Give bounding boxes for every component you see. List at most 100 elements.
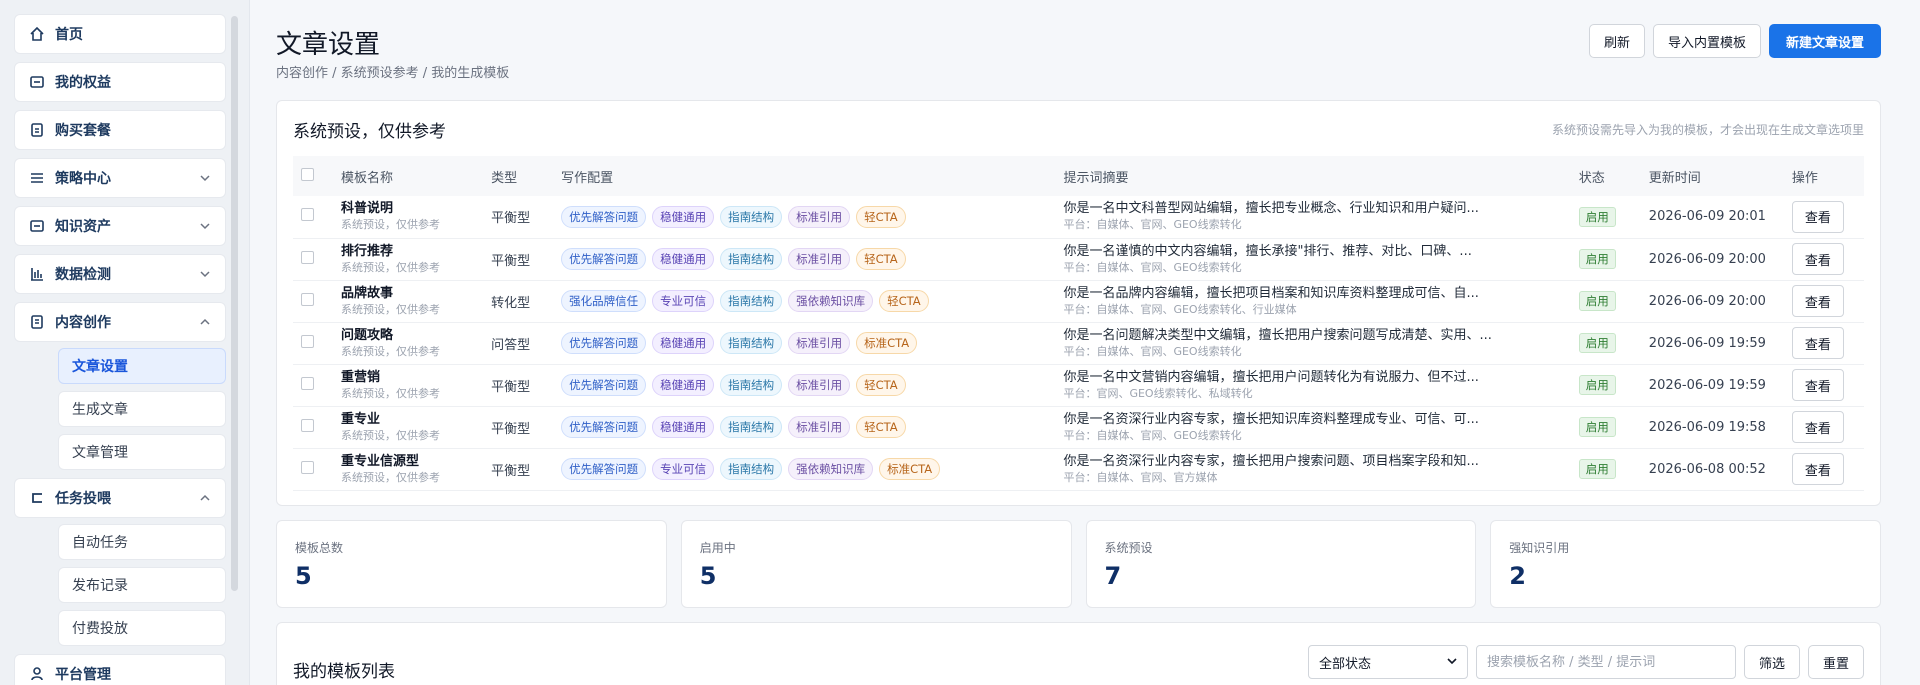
import-template-button[interactable]: 导入内置模板: [1652, 24, 1761, 58]
sidebar-subitem[interactable]: 生成文章: [58, 391, 226, 427]
sidebar-subitem[interactable]: 文章管理: [58, 434, 226, 470]
writing-config-cell: 优先解答问题 稳健通用 指南结构 标准引用 轻CTA: [553, 238, 1055, 280]
sidebar-subitem[interactable]: 付费投放: [58, 610, 226, 646]
template-search-input[interactable]: [1475, 645, 1736, 679]
config-tag: 标准CTA: [856, 332, 918, 354]
table-row: 重专业信源型 系统预设，仅供参考 平衡型 优先解答问题 专业可信 指南结构 强依赖知识库 标准…: [293, 448, 1864, 490]
template-subtitle: 系统预设，仅供参考: [341, 428, 441, 442]
config-tag: 优先解答问题: [561, 205, 647, 228]
chevron-down-icon[interactable]: [199, 220, 211, 232]
prompt-summary: 你是一名资深行业内容专家，擅长把知识库资料整理成专业、可信、可...: [1063, 411, 1479, 427]
chevron-down-icon[interactable]: [199, 172, 211, 184]
updated-time: 2026-06-09 20:00: [1648, 251, 1766, 267]
sidebar-item-5[interactable]: 数据检测: [14, 254, 226, 294]
template-name: 品牌故事: [341, 285, 394, 301]
row-select-cell: [293, 238, 333, 280]
select-all-cell: [293, 156, 333, 196]
sidebar-subitem[interactable]: 自动任务: [58, 524, 226, 560]
prompt-platforms: 平台：官网、GEO线索转化、私域转化: [1063, 386, 1253, 400]
updated-time: 2026-06-09 20:01: [1648, 209, 1766, 225]
row-checkbox[interactable]: [301, 250, 314, 264]
config-tag: 优先解答问题: [561, 332, 647, 354]
sidebar-item-2[interactable]: 购买套餐: [14, 110, 226, 150]
view-button[interactable]: 查看: [1791, 243, 1844, 275]
config-tag: 优先解答问题: [561, 374, 647, 396]
config-tag: 轻CTA: [856, 248, 906, 270]
view-button[interactable]: 查看: [1791, 200, 1844, 233]
page-title: 文章设置: [276, 30, 381, 60]
template-name: 科普说明: [341, 201, 394, 217]
new-article-setting-button[interactable]: 新建文章设置: [1768, 24, 1881, 58]
prompt-summary-cell: 你是一名问题解决类型中文编辑，擅长把用户搜索问题写成清楚、实用、... 平台：自媒…: [1055, 322, 1570, 364]
chevron-down-icon[interactable]: [199, 268, 211, 280]
row-checkbox[interactable]: [301, 418, 314, 432]
prompt-summary-cell: 你是一名品牌内容编辑，擅长把项目档案和知识库资料整理成可信、自... 平台：自媒体…: [1055, 280, 1570, 322]
document-icon: [29, 314, 45, 330]
sidebar-scrollbar[interactable]: [231, 16, 238, 591]
sidebar-subitem[interactable]: 发布记录: [58, 567, 226, 603]
writing-config-cell: 优先解答问题 稳健通用 指南结构 标准引用 轻CTA: [553, 364, 1055, 406]
row-select-cell: [293, 280, 333, 322]
sidebar-item-3[interactable]: 策略中心: [14, 158, 226, 198]
actions-cell: 查看: [1784, 280, 1864, 322]
sidebar-item-4[interactable]: 知识资产: [14, 206, 226, 246]
sidebar-nav: 首页我的权益购买套餐策略中心知识资产数据检测内容创作文章设置生成文章文章管理任务…: [14, 14, 239, 685]
sidebar-item-1[interactable]: 我的权益: [14, 62, 226, 102]
status-select[interactable]: 全部状态: [1307, 645, 1468, 679]
sidebar-subitem[interactable]: 文章设置: [58, 348, 226, 384]
stat-card: 启用中 5: [680, 520, 1072, 608]
table-row: 品牌故事 系统预设，仅供参考 转化型 强化品牌信任 专业可信 指南结构 强依赖知识库 轻CTA…: [293, 280, 1864, 322]
config-tag: 标准引用: [788, 205, 851, 228]
row-checkbox[interactable]: [301, 334, 314, 348]
config-tag: 指南结构: [720, 458, 783, 480]
sidebar-item-6[interactable]: 内容创作: [14, 302, 226, 342]
reset-button[interactable]: 重置: [1807, 645, 1864, 679]
sidebar-item-label: 知识资产: [55, 219, 111, 235]
sidebar-sublist: 自动任务发布记录付费投放: [14, 524, 239, 646]
row-checkbox[interactable]: [301, 460, 314, 474]
status-badge: 启用: [1578, 333, 1616, 353]
view-button[interactable]: 查看: [1791, 369, 1844, 401]
config-tag: 标准引用: [788, 374, 851, 396]
template-subtitle: 系统预设，仅供参考: [341, 344, 441, 358]
view-button[interactable]: 查看: [1791, 453, 1844, 485]
platform-icon: [29, 666, 45, 682]
chevron-up-icon[interactable]: [199, 492, 211, 504]
template-type: 平衡型: [491, 463, 531, 479]
config-tag: 轻CTA: [856, 374, 906, 396]
config-tag: 强依赖知识库: [788, 290, 874, 312]
sidebar-item-8[interactable]: 平台管理: [14, 654, 226, 685]
status-cell: 启用: [1571, 196, 1641, 238]
template-subtitle: 系统预设，仅供参考: [341, 218, 441, 232]
row-checkbox[interactable]: [301, 376, 314, 390]
config-tag: 轻CTA: [879, 290, 929, 312]
sidebar-item-label: 数据检测: [55, 267, 111, 283]
updated-time: 2026-06-08 00:52: [1648, 461, 1766, 477]
config-tag: 标准引用: [788, 416, 851, 438]
refresh-button[interactable]: 刷新: [1588, 24, 1645, 58]
config-tag: 稳健通用: [652, 374, 715, 396]
actions-cell: 查看: [1784, 406, 1864, 448]
col-header-status: 状态: [1578, 170, 1605, 186]
chevron-up-icon[interactable]: [199, 316, 211, 328]
sidebar-item-0[interactable]: 首页: [14, 14, 226, 54]
view-button[interactable]: 查看: [1791, 327, 1844, 359]
config-tag: 指南结构: [720, 290, 783, 312]
col-header-updated: 更新时间: [1648, 170, 1701, 186]
template-name: 问题攻略: [341, 327, 394, 343]
sidebar-item-7[interactable]: 任务投喂: [14, 478, 226, 518]
template-subtitle: 系统预设，仅供参考: [341, 386, 441, 400]
filter-button[interactable]: 筛选: [1743, 645, 1800, 679]
row-checkbox[interactable]: [301, 292, 314, 306]
select-all-checkbox[interactable]: [301, 167, 314, 181]
table-row: 问题攻略 系统预设，仅供参考 问答型 优先解答问题 稳健通用 指南结构 标准引用 标准CTA 你…: [293, 322, 1864, 364]
config-tag: 专业可信: [652, 290, 715, 312]
writing-config-cell: 优先解答问题 稳健通用 指南结构 标准引用 标准CTA: [553, 322, 1055, 364]
row-checkbox[interactable]: [301, 208, 314, 222]
card-icon: [29, 74, 45, 90]
view-button[interactable]: 查看: [1791, 411, 1844, 443]
template-name-cell: 排行推荐 系统预设，仅供参考: [333, 238, 483, 280]
template-subtitle: 系统预设，仅供参考: [341, 260, 441, 274]
view-button[interactable]: 查看: [1791, 285, 1844, 317]
prompt-summary-cell: 你是一名中文营销内容编辑，擅长把用户问题转化为有说服力、但不过... 平台：官网、…: [1055, 364, 1570, 406]
